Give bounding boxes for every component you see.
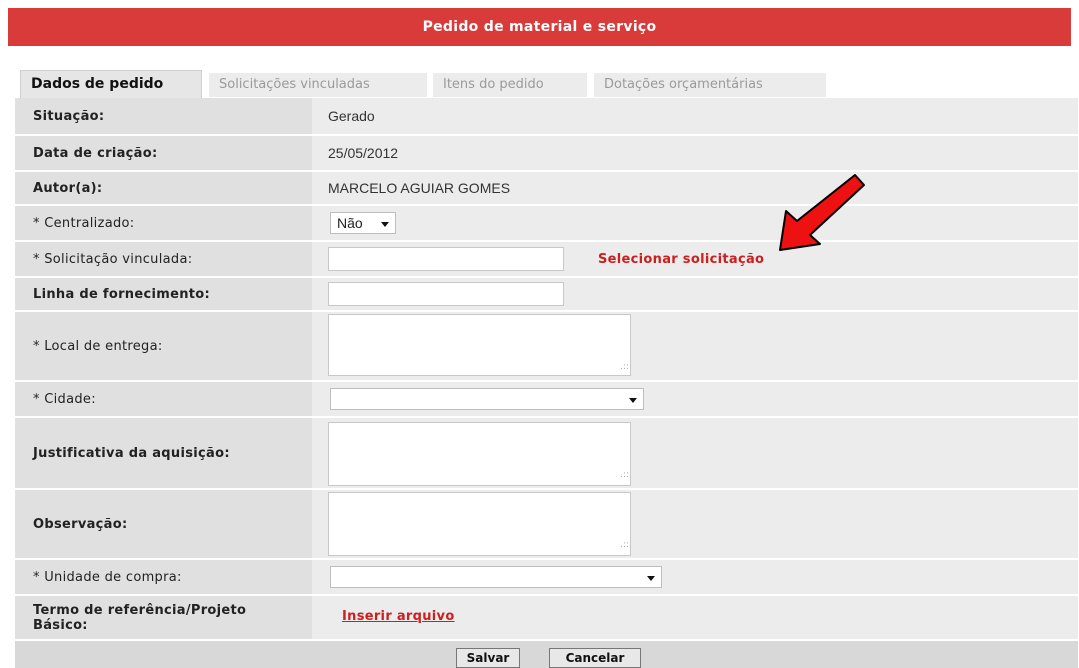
cidade-label: * Cidade: <box>15 382 312 416</box>
centralizado-select[interactable]: Não <box>330 212 396 234</box>
cidade-select[interactable] <box>330 388 644 410</box>
linha-label: Linha de fornecimento: <box>15 278 312 310</box>
justificativa-label: Justificativa da aquisição: <box>15 418 312 488</box>
row-cidade: * Cidade: <box>15 382 1078 418</box>
resize-grip-icon[interactable]: .:: <box>620 540 1074 556</box>
tab-solicitacoes-vinculadas[interactable]: Solicitações vinculadas <box>209 73 427 97</box>
local-label: * Local de entrega: <box>15 312 312 380</box>
resize-grip-icon[interactable]: .:: <box>620 470 1074 486</box>
observacao-textarea[interactable] <box>328 492 631 556</box>
page-title-bar: Pedido de material e serviço <box>8 8 1071 46</box>
resize-grip-icon[interactable]: .:: <box>620 362 1074 378</box>
centralizado-selected-value: Não <box>337 215 363 231</box>
unidade-label: * Unidade de compra: <box>15 560 312 594</box>
solicitacao-label: * Solicitação vinculada: <box>15 242 312 276</box>
row-local-entrega: * Local de entrega: .:: <box>15 312 1078 382</box>
chevron-down-icon <box>381 222 389 227</box>
cancel-button[interactable]: Cancelar <box>549 648 641 668</box>
row-situacao: Situação: Gerado <box>15 98 1078 136</box>
order-form: Situação: Gerado Data de criação: 25/05/… <box>15 98 1078 639</box>
unidade-select[interactable] <box>330 566 662 588</box>
row-observacao: Observação: .:: <box>15 490 1078 560</box>
red-arrow-icon <box>779 174 865 251</box>
linha-input[interactable] <box>328 282 564 306</box>
termo-label-text: Termo de referência/Projeto Básico: <box>33 602 247 633</box>
tab-dotacoes-orcamentarias[interactable]: Dotações orçamentárias <box>594 73 826 97</box>
page-title: Pedido de material e serviço <box>422 19 657 35</box>
row-solicitacao-vinculada: * Solicitação vinculada: Selecionar soli… <box>15 242 1078 278</box>
centralizado-label: * Centralizado: <box>15 206 312 240</box>
tab-itens-do-pedido[interactable]: Itens do pedido <box>433 73 587 97</box>
termo-label: Termo de referência/Projeto Básico: <box>15 596 312 639</box>
autor-label: Autor(a): <box>15 172 312 204</box>
row-unidade-compra: * Unidade de compra: <box>15 560 1078 596</box>
solicitacao-input[interactable] <box>328 247 564 271</box>
autor-value: MARCELO AGUIAR GOMES <box>328 180 511 196</box>
row-justificativa: Justificativa da aquisição: .:: <box>15 418 1078 490</box>
data-criacao-label: Data de criação: <box>15 136 312 170</box>
situacao-value: Gerado <box>328 108 375 124</box>
row-termo-referencia: Termo de referência/Projeto Básico: Inser… <box>15 596 1078 639</box>
situacao-label: Situação: <box>15 98 312 134</box>
local-textarea[interactable] <box>328 314 631 376</box>
row-linha-fornecimento: Linha de fornecimento: <box>15 278 1078 312</box>
row-autor: Autor(a): MARCELO AGUIAR GOMES <box>15 172 1078 206</box>
save-button[interactable]: Salvar <box>456 648 520 668</box>
inserir-arquivo-link[interactable]: Inserir arquivo <box>342 609 455 624</box>
justificativa-textarea[interactable] <box>328 422 631 486</box>
form-footer: Salvar Cancelar <box>15 641 1078 668</box>
row-centralizado: * Centralizado: Não <box>15 206 1078 242</box>
chevron-down-icon <box>629 398 637 403</box>
chevron-down-icon <box>647 576 655 581</box>
observacao-label: Observação: <box>15 490 312 558</box>
data-criacao-value: 25/05/2012 <box>328 145 399 161</box>
row-data-criacao: Data de criação: 25/05/2012 <box>15 136 1078 172</box>
tab-dados-de-pedido[interactable]: Dados de pedido <box>20 70 202 98</box>
selecionar-solicitacao-link[interactable]: Selecionar solicitação <box>598 252 764 267</box>
